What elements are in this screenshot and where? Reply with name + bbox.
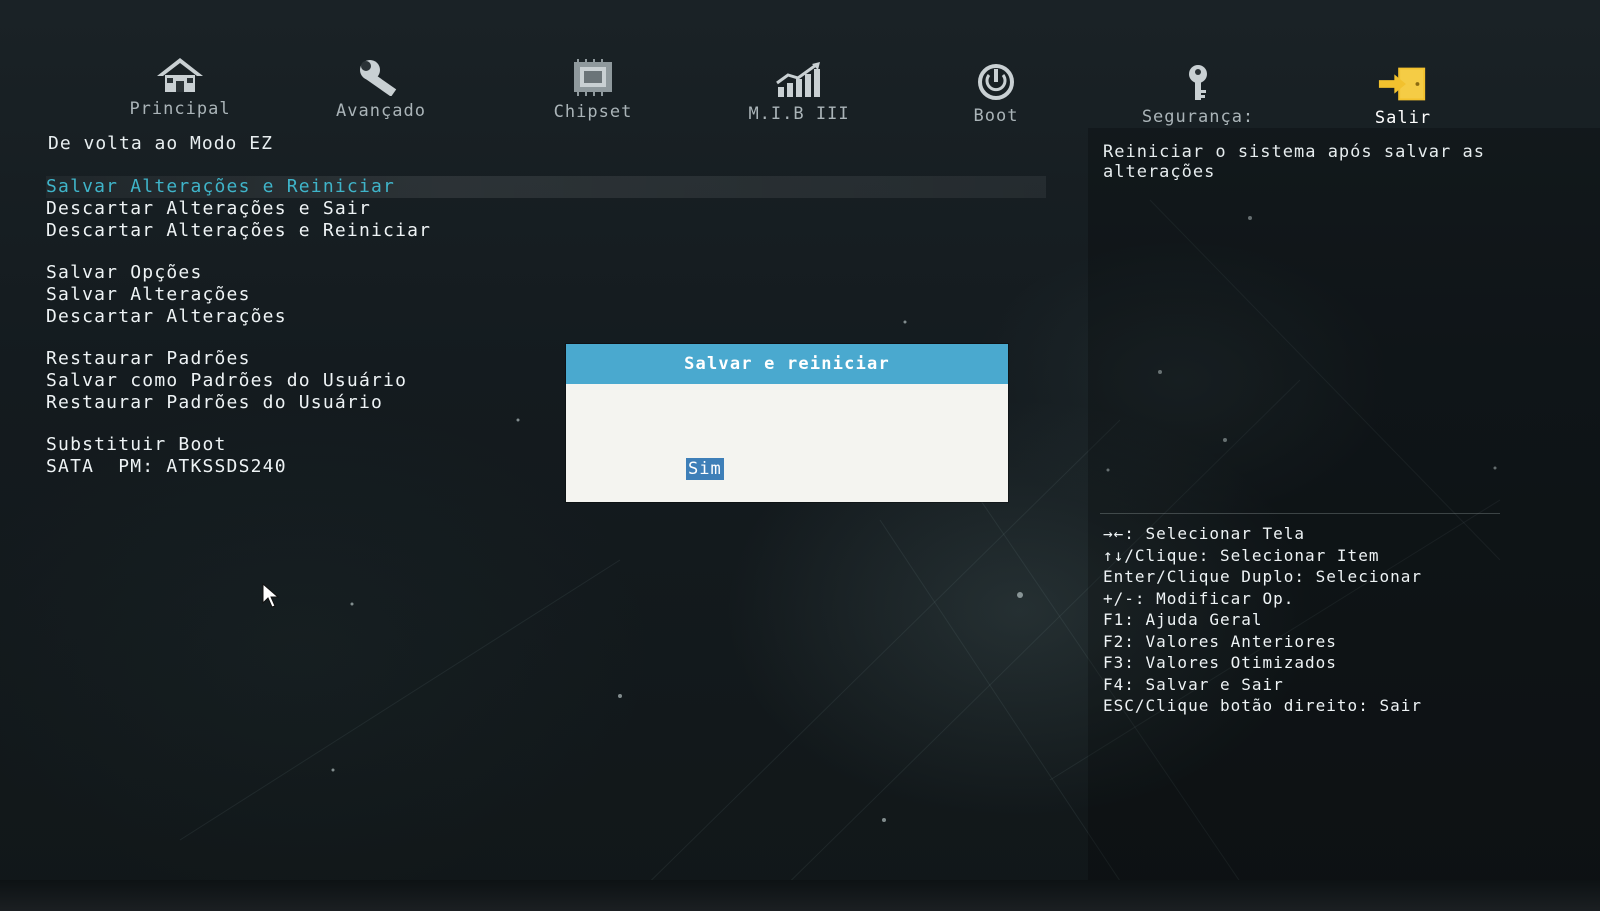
menu-item-discard-and-exit[interactable]: Descartar Alterações e Sair [46,198,1046,220]
menu-title[interactable]: De volta ao Modo EZ [48,133,273,154]
tab-salir[interactable]: Salir [1328,64,1478,128]
key-legend-line: ESC/Clique botão direito: Sair [1103,696,1422,715]
tab-boot[interactable]: Boot [921,62,1071,126]
tab-avancado[interactable]: Avançado [306,57,456,121]
menu-gap [46,242,1046,262]
dialog-body: Sim [566,384,1008,502]
monitor-bezel-edge [0,880,1600,911]
key-icon [1172,63,1224,103]
key-legend-line: F3: Valores Otimizados [1103,653,1337,672]
tab-label: Avançado [336,101,426,121]
wrench-icon [355,57,407,97]
key-legend-line: Enter/Clique Duplo: Selecionar [1103,567,1422,586]
help-description: Reiniciar o sistema após salvar as alter… [1103,142,1485,182]
key-legend-line: +/-: Modificar Op. [1103,588,1295,608]
menu-item-discard-and-reset[interactable]: Descartar Alterações e Reiniciar [46,220,1046,242]
tab-chipset[interactable]: Chipset [518,58,668,122]
menu-item-save-and-reset[interactable]: Salvar Alterações e Reiniciar [46,176,1046,198]
menu-item-discard-changes[interactable]: Descartar Alterações [46,306,1046,328]
right-help-panel [1088,128,1600,911]
key-legend-line: F1: Ajuda Geral [1103,610,1263,629]
save-and-reset-dialog: Salvar e reiniciar Sim [566,344,1008,502]
tab-label: M.I.B III [748,104,850,124]
help-divider [1100,513,1500,514]
tab-label: Salir [1374,108,1432,128]
key-legend-line: →←: Selecionar Tela [1103,524,1306,543]
tab-seguranca[interactable]: Segurança: [1123,63,1273,127]
chip-icon [567,58,619,98]
power-icon [970,62,1022,102]
key-legend-line: F2: Valores Anteriores [1103,631,1337,651]
home-icon [154,55,206,95]
tab-label: Boot [973,106,1019,126]
tab-label: Principal [129,99,231,119]
tab-label: Chipset [553,102,633,122]
bios-screen: Principal Avançado Chipset M.I.B III Boo… [0,0,1600,911]
chart-icon [773,60,825,100]
dialog-yes-option[interactable]: Sim [686,458,724,480]
dialog-title: Salvar e reiniciar [566,344,1008,384]
tab-principal[interactable]: Principal [105,55,255,119]
menu-item-save-changes[interactable]: Salvar Alterações [46,284,1046,306]
key-legend-line: F4: Salvar e Sair [1103,674,1284,694]
tab-label: Segurança: [1141,107,1255,127]
exit-icon [1377,64,1429,104]
key-legend-line: ↑↓/Clique: Selecionar Item [1103,545,1380,565]
tab-mib[interactable]: M.I.B III [724,60,874,124]
mouse-pointer-icon [262,583,280,608]
key-legend: →←: Selecionar Tela ↑↓/Clique: Seleciona… [1103,523,1422,717]
menu-item-save-options[interactable]: Salvar Opções [46,262,1046,284]
